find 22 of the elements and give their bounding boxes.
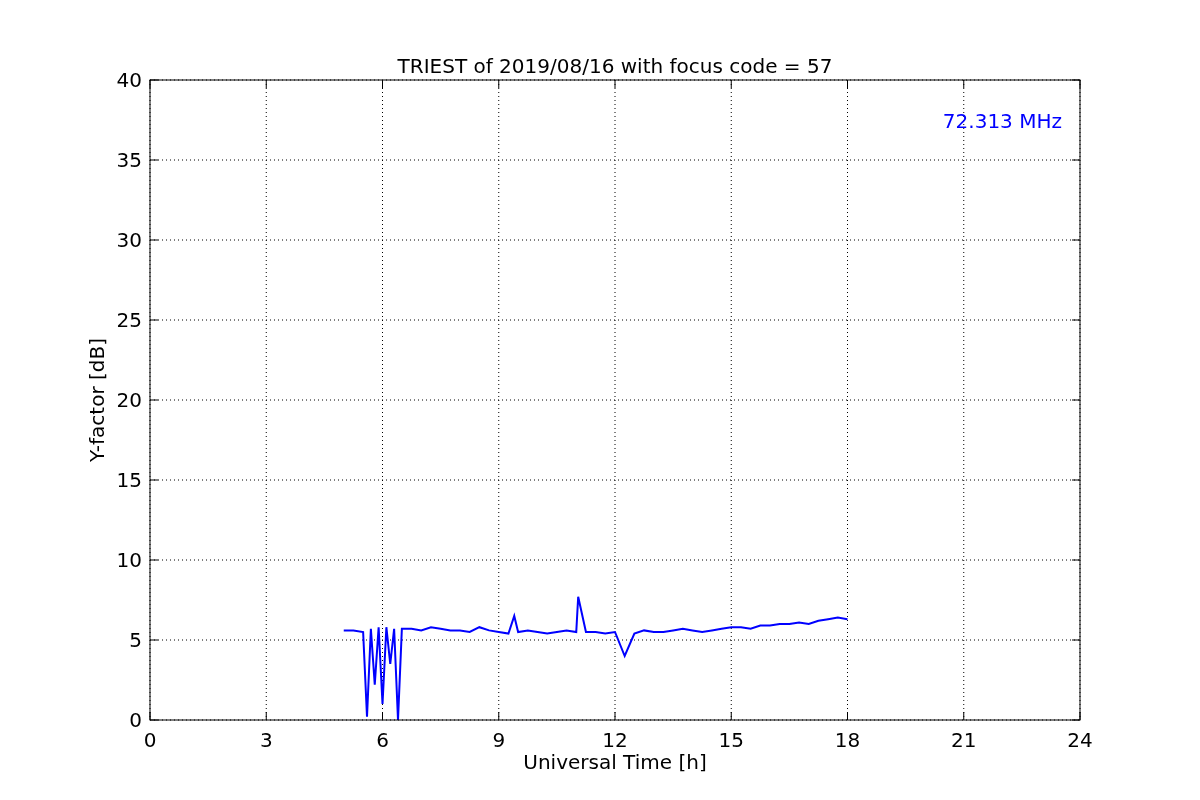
y-tick-label: 30 [116, 228, 142, 252]
y-tick-label: 25 [116, 308, 142, 332]
x-tick-label: 3 [259, 728, 273, 752]
y-axis-label: Y-factor [dB] [85, 338, 109, 462]
x-tick-label: 18 [834, 728, 861, 752]
y-tick-label: 5 [129, 628, 142, 652]
y-tick-label: 20 [116, 388, 142, 412]
y-tick-label: 35 [116, 148, 142, 172]
x-tick-label: 12 [602, 728, 628, 752]
x-axis-label: Universal Time [h] [523, 750, 707, 774]
y-tick-label: 40 [116, 68, 142, 92]
x-tick-label: 15 [718, 728, 744, 752]
x-tick-label: 24 [1067, 728, 1093, 752]
series-label: 72.313 MHz [942, 109, 1062, 133]
y-tick-label: 15 [116, 468, 142, 492]
x-tick-label: 9 [492, 728, 506, 752]
x-tick-label: 21 [951, 728, 977, 752]
y-tick-label: 0 [129, 708, 142, 732]
y-tick-label: 10 [116, 548, 142, 572]
x-tick-label: 6 [376, 728, 389, 752]
chart-title: TRIEST of 2019/08/16 with focus code = 57 [397, 54, 833, 78]
x-tick-label: 0 [143, 728, 157, 752]
